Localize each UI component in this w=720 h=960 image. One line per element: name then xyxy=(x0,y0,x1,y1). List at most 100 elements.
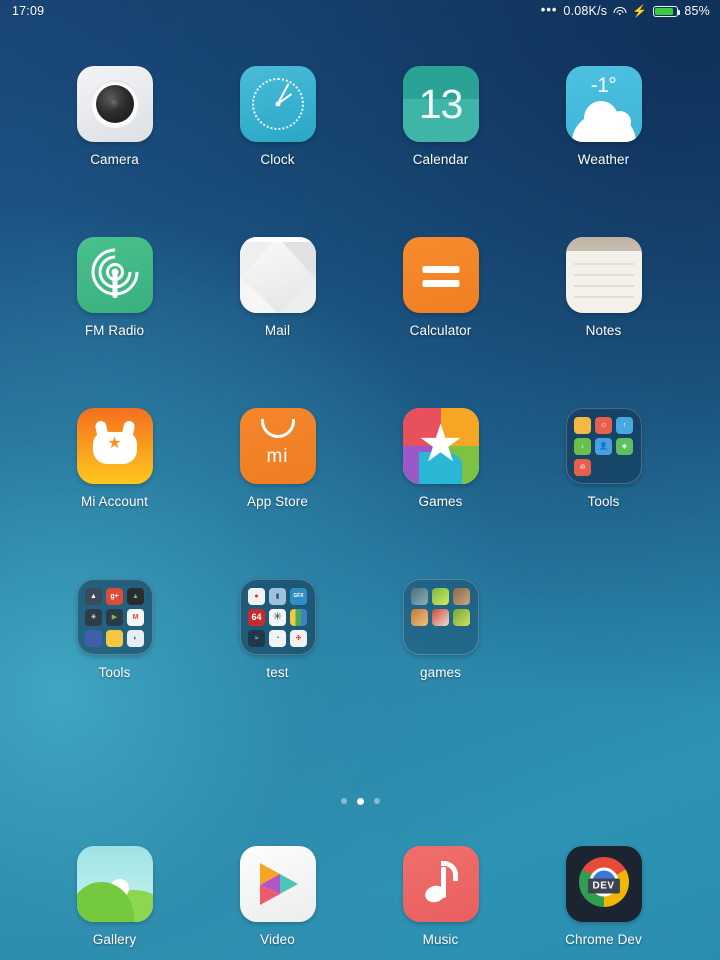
calendar-icon[interactable]: 13 xyxy=(402,66,479,142)
calendar-date-label: 13 xyxy=(418,80,464,127)
folder-mini-icon: 👤 xyxy=(595,437,612,455)
calculator-icon[interactable] xyxy=(402,237,479,313)
folder-mini-icon xyxy=(411,608,428,626)
app-cell-camera[interactable]: Camera xyxy=(33,66,196,167)
battery-percent-label: 85% xyxy=(684,4,710,18)
folder-mini-icon xyxy=(432,608,449,626)
status-bar-clock: 17:09 xyxy=(12,4,45,18)
app-label: Music xyxy=(422,932,459,947)
app-cell-chrome-dev[interactable]: DEV Chrome Dev xyxy=(522,846,685,947)
folder-mini-icon xyxy=(106,629,123,647)
folder-mini-icon xyxy=(411,587,428,605)
page-dot-1[interactable] xyxy=(340,798,347,804)
app-label: Notes xyxy=(585,323,622,338)
folder-preview-grid xyxy=(411,587,470,647)
lightning-bolt-icon: ⚡ xyxy=(632,4,648,18)
camera-icon[interactable] xyxy=(76,66,153,142)
app-grid: Camera Clock 13 Calendar -1° Weather FM … xyxy=(0,66,720,680)
games-icon[interactable]: ★ xyxy=(402,408,479,484)
page-dot-3[interactable] xyxy=(373,798,380,804)
app-label: Chrome Dev xyxy=(565,932,642,947)
folder-mini-icon: ◈ xyxy=(616,437,633,455)
app-label: Mi Account xyxy=(80,494,149,509)
app-label: App Store xyxy=(247,494,308,509)
dock: Gallery Video Music DEV Chrome Dev xyxy=(0,846,720,947)
app-cell-fm-radio[interactable]: FM Radio xyxy=(33,237,196,338)
folder-mini-icon: ● xyxy=(248,587,265,605)
app-cell-weather[interactable]: -1° Weather xyxy=(522,66,685,167)
dock-row: Gallery Video Music DEV Chrome Dev xyxy=(0,846,720,947)
folder-mini-icon: ⊘ xyxy=(574,458,591,476)
folder-mini-icon: ↓ xyxy=(574,437,591,455)
folder-mini-icon: ✳ xyxy=(269,608,286,626)
page-dot-2-active[interactable] xyxy=(356,798,364,805)
chrome-dev-icon[interactable]: DEV xyxy=(565,846,642,922)
folder-mini-icon xyxy=(453,608,470,626)
folder-icon[interactable] xyxy=(402,579,479,655)
app-cell-clock[interactable]: Clock xyxy=(196,66,359,167)
folder-label: test xyxy=(266,665,289,680)
clock-icon[interactable] xyxy=(239,66,316,142)
folder-mini-icon: ▲ xyxy=(85,587,102,605)
folder-mini-icon: ☺ xyxy=(595,416,612,434)
weather-icon[interactable]: -1° xyxy=(565,66,642,142)
folder-mini-icon: ◐ xyxy=(127,629,144,647)
app-cell-video[interactable]: Video xyxy=(196,846,359,947)
app-label: Weather xyxy=(577,152,630,167)
status-bar: 17:09 ••• 0.08K/s ⚡ 85% xyxy=(0,0,720,22)
video-icon[interactable] xyxy=(239,846,316,922)
folder-mini-icon: ↑ xyxy=(616,416,633,434)
app-store-icon[interactable]: mi xyxy=(239,408,316,484)
app-row: ★ Mi Account mi App Store ★ Games ☺ ↑ ↓ … xyxy=(0,408,720,509)
folder-label: Tools xyxy=(587,494,620,509)
mi-account-icon[interactable]: ★ xyxy=(76,408,153,484)
app-label: FM Radio xyxy=(84,323,145,338)
app-cell-folder-test[interactable]: ● ▮ GFX 64 ✳ ≈ ◔ ❉ test xyxy=(196,579,359,680)
app-row: Camera Clock 13 Calendar -1° Weather xyxy=(0,66,720,167)
app-cell-calendar[interactable]: 13 Calendar xyxy=(359,66,522,167)
app-label: Mail xyxy=(264,323,291,338)
dev-badge: DEV xyxy=(587,878,620,894)
folder-mini-icon: g+ xyxy=(106,587,123,605)
app-cell-mi-account[interactable]: ★ Mi Account xyxy=(33,408,196,509)
page-indicator[interactable] xyxy=(0,798,720,805)
app-cell-games[interactable]: ★ Games xyxy=(359,408,522,509)
app-label: Calculator xyxy=(409,323,472,338)
app-cell-app-store[interactable]: mi App Store xyxy=(196,408,359,509)
app-cell-notes[interactable]: Notes xyxy=(522,237,685,338)
folder-mini-icon: ▮ xyxy=(269,587,286,605)
music-icon[interactable] xyxy=(402,846,479,922)
notes-icon[interactable] xyxy=(565,237,642,313)
app-cell-folder-tools-miui[interactable]: ☺ ↑ ↓ 👤 ◈ ⊘ Tools xyxy=(522,408,685,509)
folder-mini-icon xyxy=(595,459,612,476)
folder-mini-icon: ▲ xyxy=(127,587,144,605)
folder-mini-icon: 64 xyxy=(248,608,265,626)
folder-label: Tools xyxy=(98,665,131,680)
app-label: Calendar xyxy=(412,152,469,167)
app-label: Video xyxy=(260,932,295,947)
folder-mini-icon: ◔ xyxy=(269,629,286,647)
fm-radio-icon[interactable] xyxy=(76,237,153,313)
folder-icon[interactable]: ▲ g+ ▲ ✳ ▶ M ◐ xyxy=(76,579,153,655)
app-cell-music[interactable]: Music xyxy=(359,846,522,947)
app-cell-folder-tools-google[interactable]: ▲ g+ ▲ ✳ ▶ M ◐ Tools xyxy=(33,579,196,680)
app-label: Clock xyxy=(260,152,295,167)
folder-icon[interactable]: ● ▮ GFX 64 ✳ ≈ ◔ ❉ xyxy=(239,579,316,655)
app-cell-calculator[interactable]: Calculator xyxy=(359,237,522,338)
battery-icon xyxy=(653,5,681,17)
gallery-icon[interactable] xyxy=(76,846,153,922)
app-cell-mail[interactable]: Mail xyxy=(196,237,359,338)
folder-mini-icon xyxy=(432,587,449,605)
folder-mini-icon xyxy=(85,629,102,647)
folder-preview-grid: ● ▮ GFX 64 ✳ ≈ ◔ ❉ xyxy=(248,587,307,647)
folder-mini-icon xyxy=(616,459,633,476)
app-cell-gallery[interactable]: Gallery xyxy=(33,846,196,947)
app-label: Camera xyxy=(90,152,139,167)
folder-icon[interactable]: ☺ ↑ ↓ 👤 ◈ ⊘ xyxy=(565,408,642,484)
app-cell-folder-games[interactable]: games xyxy=(359,579,522,680)
mail-icon[interactable] xyxy=(239,237,316,313)
folder-mini-icon: ▶ xyxy=(106,608,123,626)
folder-preview-grid: ☺ ↑ ↓ 👤 ◈ ⊘ xyxy=(574,416,633,476)
app-label: Games xyxy=(418,494,463,509)
network-speed-label: 0.08K/s xyxy=(563,4,608,18)
